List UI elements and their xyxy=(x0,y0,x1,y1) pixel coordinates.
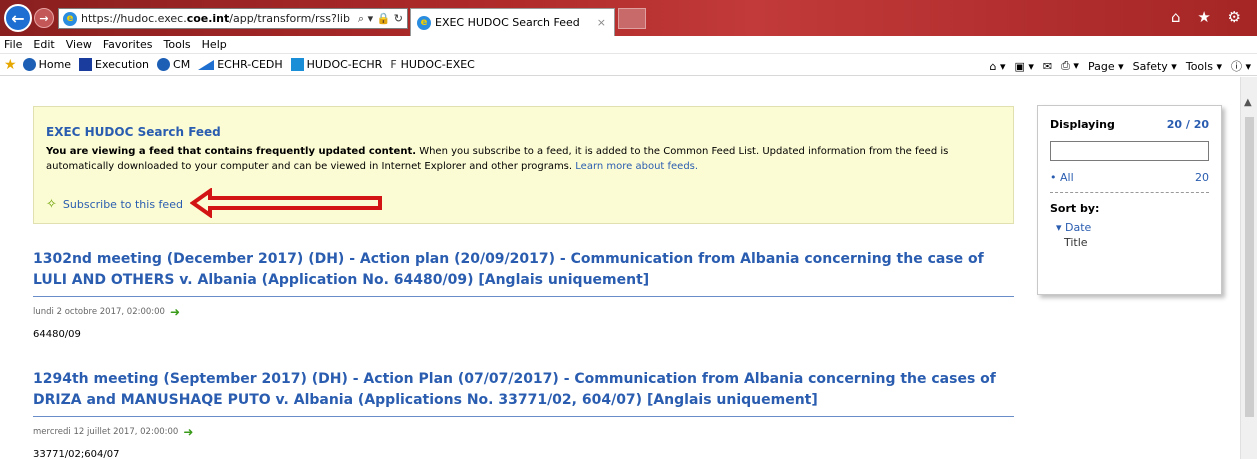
bracket-icon: F xyxy=(390,58,397,71)
tab-title: EXEC HUDOC Search Feed xyxy=(435,16,580,29)
feed-description: You are viewing a feed that contains fre… xyxy=(46,146,949,172)
feed-item-description: 33771/02;604/07 xyxy=(33,449,120,459)
displaying-count: 20 / 20 xyxy=(1166,118,1209,131)
close-tab-icon[interactable]: × xyxy=(597,16,614,29)
category-all[interactable]: • All 20 xyxy=(1050,171,1209,184)
feed-info-box: EXEC HUDOC Search Feed You are viewing a… xyxy=(33,106,1014,224)
menu-favorites[interactable]: Favorites xyxy=(103,38,153,51)
favorite-home[interactable]: Home xyxy=(22,58,71,71)
address-controls[interactable]: ⌕ ▾ 🔒 ↻ xyxy=(358,12,407,26)
favorites-star-icon[interactable]: ★ xyxy=(4,57,17,73)
new-tab-button[interactable] xyxy=(618,8,646,29)
mail-icon[interactable]: ✉ xyxy=(1043,60,1052,73)
feed-side-panel: Displaying 20 / 20 • All 20 Sort by: ▾ D… xyxy=(1037,105,1222,295)
safety-menu[interactable]: Safety ▾ xyxy=(1133,60,1177,73)
go-arrow-icon[interactable]: ➜ xyxy=(183,425,193,439)
category-all-label: • All xyxy=(1050,171,1074,184)
arrow-right-icon: → xyxy=(39,11,49,25)
scroll-up-icon[interactable]: ▲ xyxy=(1244,97,1252,108)
browser-title-bar: ← → e https://hudoc.exec.coe.int/app/tra… xyxy=(0,0,1257,36)
sort-by-date[interactable]: ▾ Date xyxy=(1050,221,1209,234)
feed-item: 1294th meeting (September 2017) (DH) - A… xyxy=(33,369,1014,459)
menu-bar: File Edit View Favorites Tools Help xyxy=(0,36,1257,54)
favorite-hudoc-exec[interactable]: F HUDOC-EXEC xyxy=(390,58,475,71)
sort-by-title[interactable]: Title xyxy=(1050,236,1209,249)
bullet-icon: • xyxy=(1050,171,1060,184)
feeds-icon[interactable]: ▣ ▾ xyxy=(1015,60,1034,73)
hudoc-icon xyxy=(290,58,304,71)
print-icon[interactable]: ⎙ ▾ xyxy=(1061,59,1079,73)
ie-icon: e xyxy=(63,11,77,26)
tools-menu[interactable]: Tools ▾ xyxy=(1186,60,1222,73)
menu-file[interactable]: File xyxy=(4,38,22,51)
address-bar[interactable]: e https://hudoc.exec.coe.int/app/transfo… xyxy=(58,8,408,29)
page-content: EXEC HUDOC Search Feed You are viewing a… xyxy=(0,77,1257,459)
stars-icon xyxy=(79,58,93,71)
vertical-scrollbar[interactable]: ▲ xyxy=(1240,77,1257,459)
filter-input[interactable] xyxy=(1050,141,1209,161)
divider xyxy=(1050,192,1209,193)
triangle-icon xyxy=(198,59,215,70)
subscribe-link[interactable]: ✧ Subscribe to this feed xyxy=(46,197,183,212)
favorite-cm[interactable]: CM xyxy=(157,58,190,71)
arrow-left-icon: ← xyxy=(11,8,25,28)
feed-item-title[interactable]: 1294th meeting (September 2017) (DH) - A… xyxy=(33,369,1014,411)
learn-more-link[interactable]: Learn more about feeds. xyxy=(575,161,698,172)
favorite-hudoc-echr[interactable]: HUDOC-ECHR xyxy=(290,58,382,71)
go-arrow-icon[interactable]: ➜ xyxy=(170,305,180,319)
sort-by-label: Sort by: xyxy=(1050,202,1100,215)
divider xyxy=(33,296,1014,297)
feed-item-description: 64480/09 xyxy=(33,329,81,340)
scroll-thumb[interactable] xyxy=(1245,117,1254,417)
triangle-down-icon: ▾ xyxy=(1056,221,1066,234)
menu-edit[interactable]: Edit xyxy=(33,38,54,51)
globe-icon xyxy=(22,58,36,71)
feed-item-date: lundi 2 octobre 2017, 02:00:00 ➜ xyxy=(33,305,181,319)
help-icon[interactable]: ⓘ ▾ xyxy=(1231,58,1251,74)
favorite-echr-cedh[interactable]: ECHR-CEDH xyxy=(198,58,283,71)
command-bar: ⌂ ▾ ▣ ▾ ✉ ⎙ ▾ Page ▾ Safety ▾ Tools ▾ ⓘ … xyxy=(980,58,1251,74)
globe-icon xyxy=(157,58,171,71)
forward-button[interactable]: → xyxy=(34,8,54,28)
address-url[interactable]: https://hudoc.exec.coe.int/app/transform… xyxy=(81,12,350,25)
feed-item-title[interactable]: 1302nd meeting (December 2017) (DH) - Ac… xyxy=(33,249,1014,291)
feed-title: EXEC HUDOC Search Feed xyxy=(46,125,221,139)
favorite-execution[interactable]: Execution xyxy=(79,58,149,71)
tab-exec-hudoc-search-feed[interactable]: e EXEC HUDOC Search Feed × xyxy=(410,8,615,36)
annotation-arrow xyxy=(190,188,382,218)
subscribe-star-icon: ✧ xyxy=(46,197,57,212)
ie-icon: e xyxy=(417,15,431,30)
page-menu[interactable]: Page ▾ xyxy=(1088,60,1124,73)
menu-help[interactable]: Help xyxy=(202,38,227,51)
home-icon[interactable]: ⌂ ▾ xyxy=(989,60,1005,73)
window-toolbar-icons[interactable]: ⌂ ★ ⚙ xyxy=(1171,8,1247,26)
menu-tools[interactable]: Tools xyxy=(164,38,191,51)
displaying-row: Displaying 20 / 20 xyxy=(1050,118,1209,131)
menu-view[interactable]: View xyxy=(66,38,92,51)
feed-item: 1302nd meeting (December 2017) (DH) - Ac… xyxy=(33,249,1014,340)
displaying-label: Displaying xyxy=(1050,118,1115,131)
divider xyxy=(33,416,1014,417)
back-button[interactable]: ← xyxy=(4,4,32,32)
feed-item-date: mercredi 12 juillet 2017, 02:00:00 ➜ xyxy=(33,425,194,439)
category-all-count: 20 xyxy=(1195,171,1209,184)
